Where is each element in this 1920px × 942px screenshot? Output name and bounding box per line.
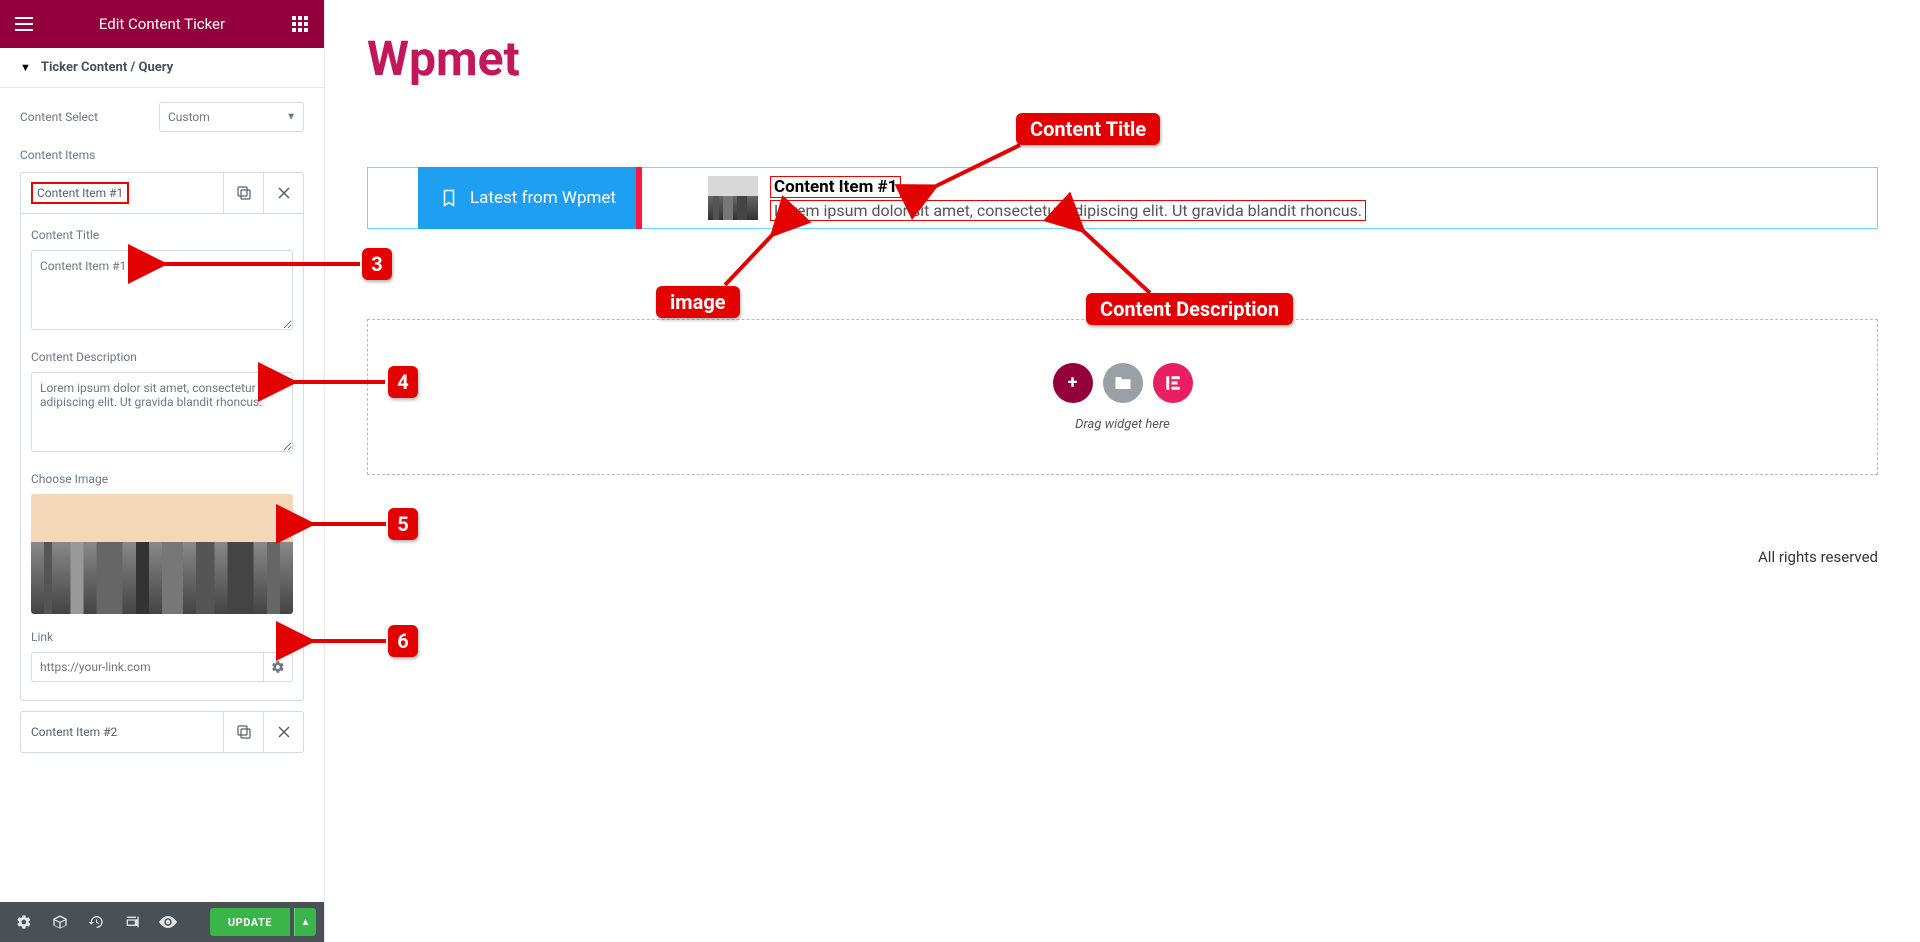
link-input[interactable] xyxy=(31,652,263,682)
update-options-button[interactable]: ▲ xyxy=(294,908,316,936)
section-title: Ticker Content / Query xyxy=(41,60,173,75)
annotation-arrow-4 xyxy=(280,374,390,393)
duplicate-item-button[interactable] xyxy=(223,173,263,213)
add-template-button[interactable] xyxy=(1103,363,1143,403)
elementskit-button[interactable] xyxy=(1153,363,1193,403)
widgets-grid-icon[interactable] xyxy=(290,14,310,34)
sidebar-header: Edit Content Ticker xyxy=(0,0,324,48)
ticker-item-title: Content Item #1 xyxy=(770,176,901,198)
section-toggle-ticker-content[interactable]: ▼ Ticker Content / Query xyxy=(0,48,324,88)
annotation-arrow-3 xyxy=(150,256,360,275)
remove-item-button[interactable] xyxy=(263,173,303,213)
remove-item-button[interactable] xyxy=(263,712,303,752)
choose-image-label: Choose Image xyxy=(31,472,293,486)
annotation-arrow-6 xyxy=(298,633,390,652)
content-title-label: Content Title xyxy=(31,228,293,242)
update-button[interactable]: UPDATE xyxy=(210,908,290,936)
drop-zone-text: Drag widget here xyxy=(1075,417,1170,432)
ticker-label: Latest from Wpmet xyxy=(418,167,638,229)
preview-icon[interactable] xyxy=(152,906,184,938)
annotation-badge-4: 4 xyxy=(388,366,418,398)
content-select-field[interactable]: Custom ▼ xyxy=(159,102,304,132)
content-select[interactable]: Custom xyxy=(159,102,304,132)
annotation-content-description: Content Description xyxy=(1086,293,1293,325)
editor-sidebar: Edit Content Ticker ▼ Ticker Content / Q… xyxy=(0,0,325,942)
annotation-arrow-content-title xyxy=(920,140,1030,204)
sidebar-footer: UPDATE ▲ xyxy=(0,902,324,942)
history-icon[interactable] xyxy=(80,906,112,938)
annotation-content-title: Content Title xyxy=(1016,113,1160,145)
content-item-2-title: Content Item #2 xyxy=(21,725,223,739)
footer-text: All rights reserved xyxy=(1758,548,1878,566)
content-item-2: Content Item #2 xyxy=(20,711,304,753)
responsive-icon[interactable] xyxy=(116,906,148,938)
menu-icon[interactable] xyxy=(14,14,34,34)
caret-down-icon: ▼ xyxy=(20,61,31,74)
ticker-item-image xyxy=(708,176,758,220)
content-items-label: Content Items xyxy=(20,148,304,162)
settings-icon[interactable] xyxy=(8,906,40,938)
content-item-1-title: Content Item #1 xyxy=(21,186,223,200)
annotation-image: image xyxy=(656,286,740,318)
content-select-row: Content Select Custom ▼ xyxy=(20,102,304,132)
bookmark-icon xyxy=(440,187,458,209)
add-section-button[interactable]: + xyxy=(1053,363,1093,403)
content-description-input[interactable] xyxy=(31,372,293,452)
annotation-badge-3: 3 xyxy=(362,248,392,280)
link-options-button[interactable] xyxy=(263,652,293,682)
content-item-1-body: Content Title Content Description Choose… xyxy=(21,213,303,700)
annotation-badge-6: 6 xyxy=(388,625,418,657)
content-item-1: Content Item #1 Content Title Content De… xyxy=(20,172,304,701)
annotation-arrow-image xyxy=(720,222,790,296)
panel-title: Edit Content Ticker xyxy=(34,15,290,33)
link-label: Link xyxy=(31,630,293,644)
content-item-2-header[interactable]: Content Item #2 xyxy=(21,712,303,752)
navigator-icon[interactable] xyxy=(44,906,76,938)
annotation-arrow-5 xyxy=(298,516,390,535)
drop-zone[interactable]: + Drag widget here xyxy=(367,319,1878,475)
duplicate-item-button[interactable] xyxy=(223,712,263,752)
content-item-1-header[interactable]: Content Item #1 xyxy=(21,173,303,213)
annotation-arrow-content-desc xyxy=(1065,218,1165,302)
annotation-badge-5: 5 xyxy=(388,508,418,540)
content-select-label: Content Select xyxy=(20,110,98,124)
content-description-label: Content Description xyxy=(31,350,293,364)
image-picker[interactable] xyxy=(31,494,293,614)
ticker-label-text: Latest from Wpmet xyxy=(470,188,616,208)
site-brand: Wpmet xyxy=(367,30,1878,87)
panel-body: Content Select Custom ▼ Content Items Co… xyxy=(0,88,324,902)
